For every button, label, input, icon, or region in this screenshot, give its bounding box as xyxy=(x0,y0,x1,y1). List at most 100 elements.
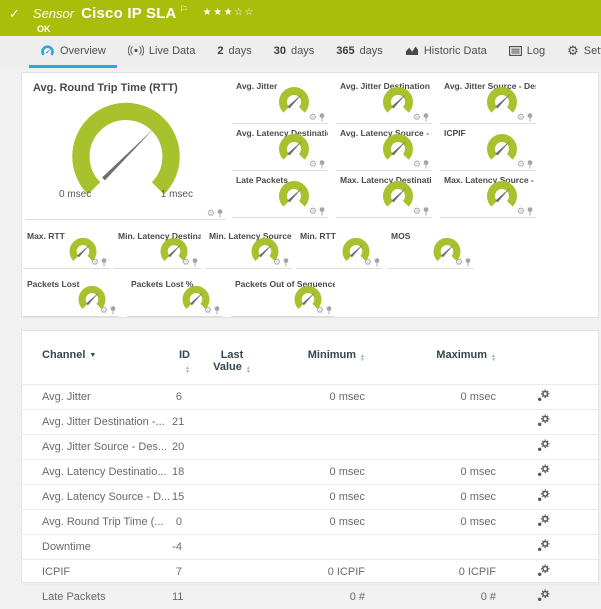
gear-icon[interactable]: ⚙ xyxy=(204,306,212,315)
table-row[interactable]: Late Packets 11 0 # 0 # xyxy=(22,585,598,609)
gear-icon[interactable]: ⚙ xyxy=(316,306,324,315)
channel-settings-icon[interactable] xyxy=(537,439,550,452)
channel-settings-icon[interactable] xyxy=(537,489,550,502)
gauge-tile[interactable]: Packets Out of Sequence ⚙ xyxy=(231,275,335,317)
gear-icon[interactable]: ⚙ xyxy=(309,113,317,122)
gauge-tile[interactable]: ICPIF ⚙ xyxy=(440,124,536,171)
gauge-tile[interactable]: Min. Latency Destination - So... ⚙ xyxy=(114,227,201,269)
gauge-tile[interactable]: Min. Latency Source - Destina... ⚙ xyxy=(205,227,292,269)
pin-icon[interactable] xyxy=(527,207,533,216)
channel-settings-icon[interactable] xyxy=(537,389,550,402)
pin-icon[interactable] xyxy=(110,306,116,315)
gear-icon[interactable]: ⚙ xyxy=(413,160,421,169)
gear-icon[interactable]: ⚙ xyxy=(309,160,317,169)
column-header-channel[interactable]: Channel▼ xyxy=(22,347,172,385)
gauge-tile[interactable]: MOS ⚙ xyxy=(387,227,474,269)
table-row[interactable]: Avg. Latency Source - D... 15 0 msec 0 m… xyxy=(22,485,598,510)
gear-icon[interactable]: ⚙ xyxy=(455,258,463,267)
channel-settings-icon[interactable] xyxy=(537,589,550,602)
gauge-tile[interactable]: Avg. Latency Source - Destin... ⚙ xyxy=(336,124,432,171)
table-row[interactable]: Avg. Jitter Destination -... 21 xyxy=(22,410,598,435)
gauge-tile[interactable]: Packets Lost ⚙ xyxy=(23,275,119,317)
tab-overview[interactable]: Overview xyxy=(29,36,117,68)
gauge-tile[interactable]: Avg. Jitter Destination - Source ⚙ xyxy=(336,77,432,124)
gauge-tile[interactable]: Max. RTT ⚙ xyxy=(23,227,110,269)
pin-icon[interactable] xyxy=(326,306,332,315)
table-row[interactable]: Avg. Round Trip Time (... 0 0 msec 0 mse… xyxy=(22,510,598,535)
id-cell: -4 xyxy=(172,535,192,560)
tab-2-days[interactable]: 2 days xyxy=(206,36,262,68)
gear-icon[interactable]: ⚙ xyxy=(100,306,108,315)
channel-settings-icon[interactable] xyxy=(537,514,550,527)
gauge-tile-main[interactable]: Avg. Round Trip Time (RTT) 0 msec 1 msec… xyxy=(26,77,226,220)
gear-icon[interactable]: ⚙ xyxy=(517,113,525,122)
channel-cell[interactable]: Avg. Jitter xyxy=(22,385,172,410)
gear-icon[interactable]: ⚙ xyxy=(517,160,525,169)
channel-cell[interactable]: Late Packets xyxy=(22,585,172,609)
gear-icon[interactable]: ⚙ xyxy=(413,207,421,216)
gear-icon[interactable]: ⚙ xyxy=(273,258,281,267)
pin-icon[interactable] xyxy=(423,160,429,169)
gauge-tile[interactable]: Avg. Jitter Source - Destination ⚙ xyxy=(440,77,536,124)
gauge-tile[interactable]: Max. Latency Destination - So... ⚙ xyxy=(336,171,432,218)
gear-icon[interactable]: ⚙ xyxy=(364,258,372,267)
gear-icon[interactable]: ⚙ xyxy=(413,113,421,122)
column-header-maximum[interactable]: Maximum▲▼ xyxy=(372,347,502,385)
column-header-last-value[interactable]: Last Value▲▼ xyxy=(192,347,272,385)
pin-icon[interactable] xyxy=(319,160,325,169)
channel-cell[interactable]: Avg. Round Trip Time (... xyxy=(22,510,172,535)
tab-settings[interactable]: ⚙ Settings xyxy=(556,36,601,68)
channel-cell[interactable]: Downtime xyxy=(22,535,172,560)
channel-cell[interactable]: ICPIF xyxy=(22,560,172,585)
gear-icon[interactable]: ⚙ xyxy=(91,258,99,267)
gear-icon[interactable]: ⚙ xyxy=(309,207,317,216)
channel-cell[interactable]: Avg. Jitter Source - Des... xyxy=(22,435,172,460)
gauge-tile[interactable]: Late Packets ⚙ xyxy=(232,171,328,218)
pin-icon[interactable] xyxy=(465,258,471,267)
tab-30-days[interactable]: 30 days xyxy=(263,36,326,68)
table-row[interactable]: Avg. Latency Destinatio... 18 0 msec 0 m… xyxy=(22,460,598,485)
tab-365-days[interactable]: 365 days xyxy=(325,36,394,68)
status-ok-check-icon: ✓ xyxy=(9,6,20,22)
id-cell: 0 xyxy=(172,510,192,535)
id-cell: 18 xyxy=(172,460,192,485)
pin-icon[interactable] xyxy=(374,258,380,267)
pin-icon[interactable] xyxy=(319,207,325,216)
pin-icon[interactable] xyxy=(423,113,429,122)
gauge-tile[interactable]: Max. Latency Source - Destin... ⚙ xyxy=(440,171,536,218)
table-row[interactable]: Avg. Jitter 6 0 msec 0 msec xyxy=(22,385,598,410)
channel-cell[interactable]: Avg. Latency Source - D... xyxy=(22,485,172,510)
pin-icon[interactable] xyxy=(101,258,107,267)
gear-icon[interactable]: ⚙ xyxy=(207,209,215,218)
channel-settings-icon[interactable] xyxy=(537,539,550,552)
pin-icon[interactable] xyxy=(217,209,223,218)
pin-icon[interactable] xyxy=(319,113,325,122)
gauge-tile[interactable]: Min. RTT ⚙ xyxy=(296,227,383,269)
priority-star-rating[interactable]: ★★★☆☆ xyxy=(203,7,255,18)
channel-cell[interactable]: Avg. Jitter Destination -... xyxy=(22,410,172,435)
pin-icon[interactable] xyxy=(214,306,220,315)
pin-icon[interactable] xyxy=(527,160,533,169)
gauge-tile[interactable]: Avg. Latency Destination - So... ⚙ xyxy=(232,124,328,171)
channel-settings-icon[interactable] xyxy=(537,414,550,427)
gauge-tile[interactable]: Packets Lost % ⚙ xyxy=(127,275,223,317)
channel-cell[interactable]: Avg. Latency Destinatio... xyxy=(22,460,172,485)
gear-icon[interactable]: ⚙ xyxy=(182,258,190,267)
column-header-id[interactable]: ID▲▼ xyxy=(172,347,192,385)
tab-log[interactable]: Log xyxy=(498,36,556,68)
pin-icon[interactable] xyxy=(423,207,429,216)
column-header-minimum[interactable]: Minimum▲▼ xyxy=(272,347,372,385)
table-row[interactable]: Avg. Jitter Source - Des... 20 xyxy=(22,435,598,460)
tab-live-data[interactable]: Live Data xyxy=(117,36,206,68)
gear-icon[interactable]: ⚙ xyxy=(517,207,525,216)
pin-icon[interactable] xyxy=(283,258,289,267)
priority-flag-icon[interactable]: ⚐ xyxy=(180,4,188,15)
pin-icon[interactable] xyxy=(192,258,198,267)
pin-icon[interactable] xyxy=(527,113,533,122)
gauge-tile[interactable]: Avg. Jitter ⚙ xyxy=(232,77,328,124)
table-row[interactable]: ICPIF 7 0 ICPIF 0 ICPIF xyxy=(22,560,598,585)
channel-settings-icon[interactable] xyxy=(537,464,550,477)
tab-historic-data[interactable]: Historic Data xyxy=(394,36,498,68)
channel-settings-icon[interactable] xyxy=(537,564,550,577)
table-row[interactable]: Downtime -4 xyxy=(22,535,598,560)
